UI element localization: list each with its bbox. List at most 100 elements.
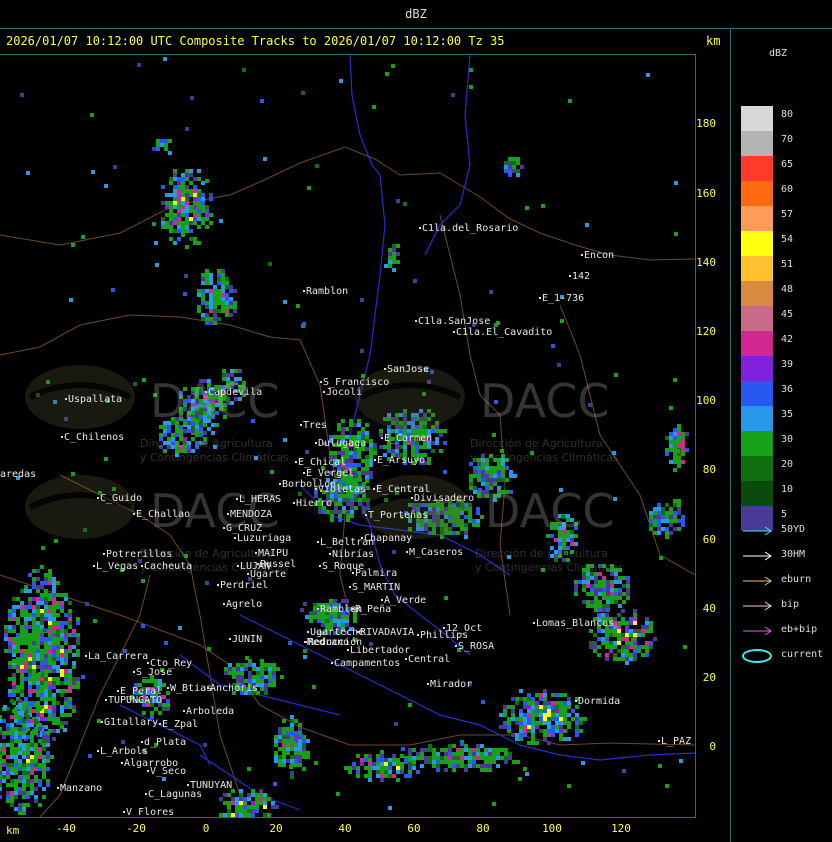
- radar-echo-cell: [18, 727, 22, 731]
- radar-echo-cell: [480, 756, 484, 760]
- radar-echo-cell: [48, 581, 52, 585]
- radar-echo-cell: [476, 752, 480, 756]
- radar-echo-cell: [221, 269, 225, 273]
- radar-echo-cell: [18, 807, 22, 811]
- radar-echo-cell: [582, 576, 586, 580]
- radar-echo-cell: [334, 502, 338, 506]
- radar-echo-cell: [231, 797, 235, 801]
- radar-echo-cell: [40, 653, 44, 657]
- radar-echo-cell: [496, 756, 500, 760]
- radar-echo-cell: [464, 744, 468, 748]
- radar-echo-cell: [360, 758, 364, 762]
- radar-echo-cell: [221, 305, 225, 309]
- radar-echo-cell: [614, 592, 618, 596]
- radar-echo-cell: [239, 813, 243, 817]
- radar-echo-cell: [568, 99, 572, 103]
- km-axis-label-top: km: [706, 34, 721, 48]
- radar-echo-cell: [181, 181, 185, 185]
- radar-echo-cell: [10, 743, 14, 747]
- radar-echo-cell: [661, 527, 665, 531]
- radar-echo-cell: [44, 701, 48, 705]
- radar-echo-cell: [48, 665, 52, 669]
- radar-echo-cell: [243, 809, 247, 813]
- radar-echo-cell: [388, 248, 392, 252]
- radar-echo-cell: [63, 728, 67, 732]
- place-marker: [159, 723, 161, 725]
- place-marker: [320, 381, 322, 383]
- radar-echo-cell: [71, 243, 75, 247]
- radar-echo-cell: [162, 703, 166, 707]
- radar-echo-cell: [337, 427, 341, 431]
- radar-echo-cell: [6, 743, 10, 747]
- radar-echo-cell: [60, 673, 64, 677]
- radar-echo-cell: [505, 478, 509, 482]
- radar-echo-cell: [22, 731, 26, 735]
- radar-echo-cell: [232, 675, 236, 679]
- radar-echo-cell: [260, 663, 264, 667]
- radar-echo-cell: [492, 756, 496, 760]
- radar-echo-cell: [559, 729, 563, 733]
- radar-echo-cell: [294, 719, 298, 723]
- radar-echo-cell: [229, 297, 233, 301]
- radar-echo-cell: [205, 301, 209, 305]
- place-label: M_Caseros: [409, 547, 463, 558]
- radar-echo-cell: [456, 756, 460, 760]
- radar-echo-cell: [468, 515, 472, 519]
- radar-echo-cell: [669, 531, 673, 535]
- radar-echo-cell: [601, 629, 605, 633]
- radar-echo-cell: [14, 779, 18, 783]
- radar-echo-cell: [456, 760, 460, 764]
- radar-echo-cell: [56, 593, 60, 597]
- radar-echo-cell: [440, 535, 444, 539]
- radar-echo-cell: [523, 697, 527, 701]
- radar-echo-cell: [535, 701, 539, 705]
- radar-echo-cell: [511, 705, 515, 709]
- radar-echo-cell: [665, 503, 669, 507]
- radar-echo-cell: [673, 428, 677, 432]
- radar-echo-cell: [563, 721, 567, 725]
- radar-echo-cell: [661, 511, 665, 515]
- radar-echo-cell: [590, 600, 594, 604]
- radar-echo-cell: [48, 689, 52, 693]
- radar-echo-cell: [251, 789, 255, 793]
- radar-plot-area[interactable]: DACC Dirección de Agricultura y Contingenc…: [0, 54, 696, 818]
- radar-echo-cell: [169, 209, 173, 213]
- radar-echo-cell: [68, 713, 72, 717]
- radar-echo-cell: [244, 667, 248, 671]
- place-marker: [569, 275, 571, 277]
- radar-echo-cell: [665, 511, 669, 515]
- radar-echo-cell: [64, 653, 68, 657]
- radar-echo-cell: [18, 811, 22, 815]
- radar-echo-cell: [677, 503, 681, 507]
- radar-echo-cell: [497, 470, 501, 474]
- radar-echo-cell: [460, 527, 464, 531]
- radar-echo-cell: [290, 775, 294, 779]
- place-marker: [533, 622, 535, 624]
- radar-echo-cell: [233, 301, 237, 305]
- radar-echo-cell: [179, 429, 183, 433]
- radar-echo-cell: [165, 225, 169, 229]
- radar-echo-cell: [476, 519, 480, 523]
- radar-echo-cell: [260, 667, 264, 671]
- radar-echo-cell: [305, 450, 309, 454]
- radar-echo-cell: [12, 641, 16, 645]
- x-tick-label: 0: [202, 822, 210, 835]
- radar-echo-cell: [30, 731, 34, 735]
- radar-echo-cell: [10, 715, 14, 719]
- radar-echo-cell: [539, 709, 543, 713]
- radar-echo-cell: [575, 733, 579, 737]
- place-marker: [279, 483, 281, 485]
- radar-echo-cell: [177, 181, 181, 185]
- radar-echo-cell: [625, 645, 629, 649]
- radar-echo-cell: [395, 449, 399, 453]
- radar-echo-cell: [48, 577, 52, 581]
- radar-echo-cell: [349, 451, 353, 455]
- radar-echo-cell: [52, 693, 56, 697]
- radar-echo-cell: [10, 735, 14, 739]
- radar-echo-cell: [661, 507, 665, 511]
- radar-echo-cell: [34, 767, 38, 771]
- radar-echo-cell: [245, 656, 249, 660]
- radar-echo-cell: [4, 633, 8, 637]
- dbz-scale-swatch: 70: [741, 131, 793, 156]
- radar-echo-cell: [56, 633, 60, 637]
